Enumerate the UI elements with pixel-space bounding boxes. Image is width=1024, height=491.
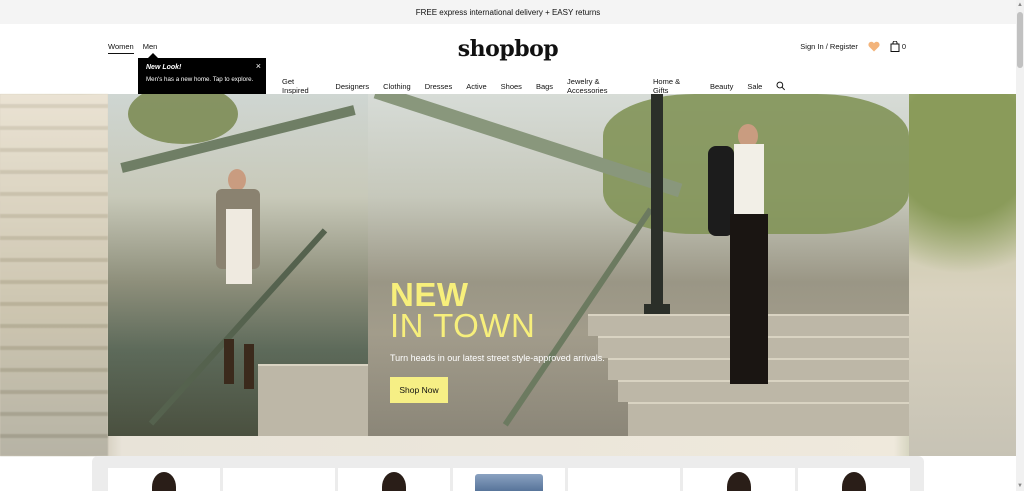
model-photo <box>152 472 176 491</box>
carousel-card[interactable] <box>683 468 795 491</box>
hero-bg-left <box>0 94 108 456</box>
nav-item-clothing[interactable]: Clothing <box>383 82 411 91</box>
nav-item-designers[interactable]: Designers <box>335 82 369 91</box>
carousel-card[interactable] <box>568 468 680 491</box>
nav-item-beauty[interactable]: Beauty <box>710 82 733 91</box>
shop-now-button[interactable]: Shop Now <box>390 377 448 403</box>
hero-headline: NEW IN TOWN <box>390 276 536 345</box>
scroll-up-icon[interactable]: ▲ <box>1017 2 1023 8</box>
carousel-card[interactable] <box>338 468 450 491</box>
bag-count: 0 <box>901 42 906 51</box>
account-actions: Sign In / Register 0 <box>800 41 906 52</box>
model-photo <box>842 472 866 491</box>
carousel-card[interactable] <box>108 468 220 491</box>
search-icon[interactable] <box>776 81 786 91</box>
sign-in-link[interactable]: Sign In / Register <box>800 42 858 51</box>
headline-line-1: NEW <box>390 276 469 313</box>
page-scrollbar[interactable]: ▲ ▼ <box>1016 0 1024 491</box>
tooltip-title: New Look! <box>146 64 182 71</box>
nav-item-dresses[interactable]: Dresses <box>425 82 453 91</box>
carousel-card[interactable] <box>798 468 910 491</box>
headline-line-2: IN TOWN <box>390 307 536 345</box>
nav-item-get-inspired[interactable]: Get Inspired <box>282 77 321 95</box>
nav-item-sale[interactable]: Sale <box>747 82 762 91</box>
nav-item-active[interactable]: Active <box>466 82 486 91</box>
carousel-card[interactable] <box>223 468 335 491</box>
model-left <box>206 169 266 409</box>
announcement-bar[interactable]: FREE express international delivery + EA… <box>0 0 1016 24</box>
hero-bg-right <box>909 94 1016 456</box>
close-icon[interactable]: × <box>256 61 261 71</box>
nav-item-jewelry-accessories[interactable]: Jewelry & Accessories <box>567 77 639 95</box>
announcement-text[interactable]: FREE express international delivery + EA… <box>416 8 601 17</box>
nav-item-shoes[interactable]: Shoes <box>501 82 522 91</box>
model-photo <box>727 472 751 491</box>
nav-item-bags[interactable]: Bags <box>536 82 553 91</box>
model-photo <box>382 472 406 491</box>
hero-subline: Turn heads in our latest street style-ap… <box>390 353 605 363</box>
hero-image-left <box>108 94 368 436</box>
bag-button[interactable]: 0 <box>890 41 906 52</box>
hero-banner[interactable]: NEW IN TOWN Turn heads in our latest str… <box>108 94 909 436</box>
shopping-bag-icon <box>890 41 900 52</box>
nav-item-home-gifts[interactable]: Home & Gifts <box>653 77 696 95</box>
scroll-down-icon[interactable]: ▼ <box>1017 483 1023 489</box>
heart-icon[interactable] <box>868 41 880 52</box>
scrollbar-thumb[interactable] <box>1017 12 1023 68</box>
tooltip-body: Men's has a new home. Tap to explore. <box>146 76 254 83</box>
model-right <box>708 124 788 424</box>
carousel-card[interactable] <box>453 468 565 491</box>
product-photo <box>475 474 543 491</box>
hero-image-right <box>368 94 909 436</box>
men-new-look-tooltip[interactable]: New Look! Men's has a new home. Tap to e… <box>138 53 266 94</box>
